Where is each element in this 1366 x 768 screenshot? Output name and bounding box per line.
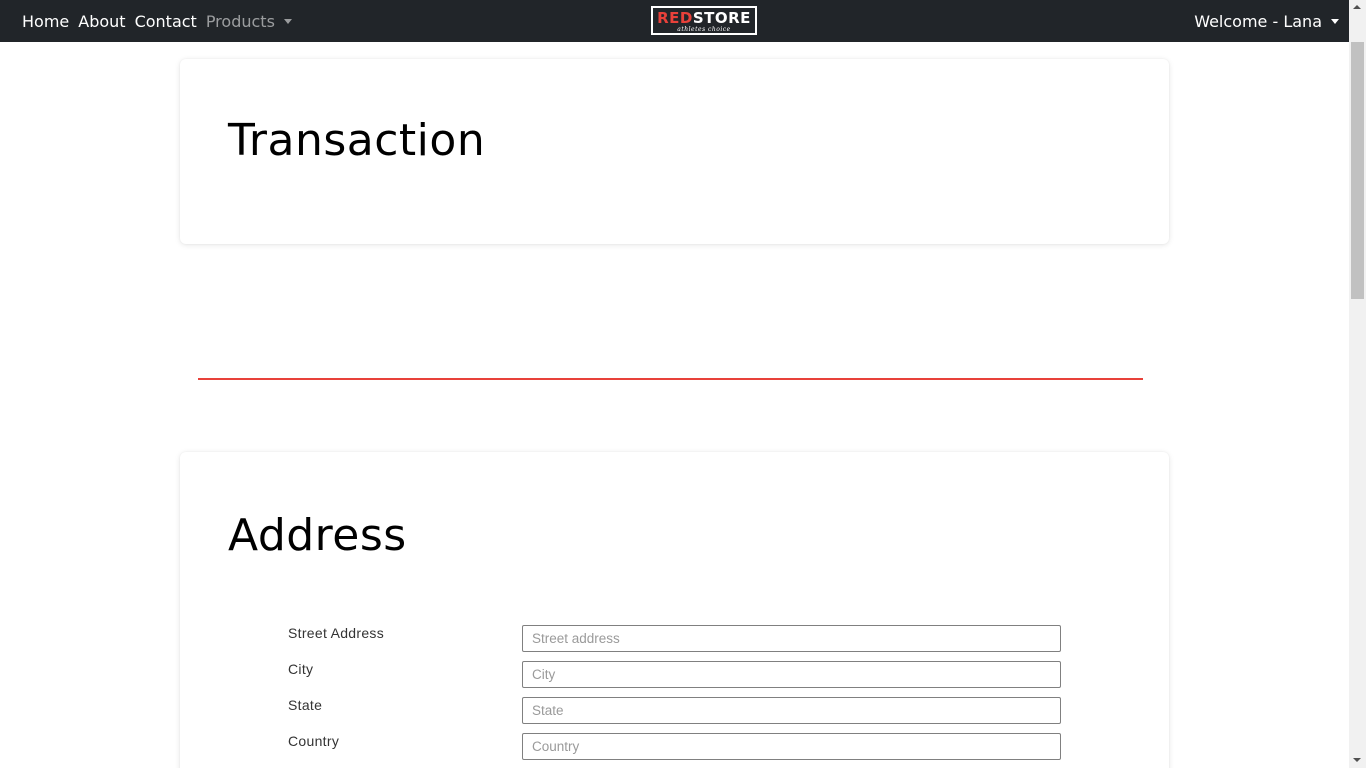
top-navbar: Home About Contact Products REDSTORE ath…: [0, 0, 1349, 42]
brand-red-part: RED: [657, 9, 693, 27]
scroll-up-arrow-icon[interactable]: [1353, 5, 1361, 9]
state-label: State: [288, 697, 323, 713]
nav-link-about[interactable]: About: [78, 12, 125, 31]
transaction-title: Transaction: [228, 115, 486, 166]
address-card: Address Street Address City State Countr…: [180, 452, 1169, 768]
nav-links: Home About Contact Products: [22, 0, 301, 42]
nav-link-home[interactable]: Home: [22, 12, 69, 31]
state-input[interactable]: [522, 697, 1061, 724]
country-row: Country: [288, 733, 1061, 761]
city-input[interactable]: [522, 661, 1061, 688]
chevron-down-icon: [283, 18, 292, 24]
street-address-row: Street Address: [288, 625, 1061, 653]
user-welcome-label: Welcome - Lana: [1194, 11, 1322, 31]
user-menu-dropdown[interactable]: Welcome - Lana: [1194, 0, 1339, 42]
products-dropdown-toggle[interactable]: Products: [206, 12, 292, 31]
country-input[interactable]: [522, 733, 1061, 760]
products-label: Products: [205, 11, 275, 31]
page-scrollbar[interactable]: [1349, 0, 1366, 768]
city-row: City: [288, 661, 1061, 689]
brand-logo[interactable]: REDSTORE athletes choice: [651, 6, 757, 35]
street-address-label: Street Address: [288, 625, 385, 641]
city-label: City: [288, 661, 314, 677]
brand-tagline: athletes choice: [677, 26, 731, 33]
scrollbar-thumb[interactable]: [1351, 42, 1364, 299]
country-label: Country: [288, 733, 340, 749]
chevron-down-icon: [1331, 18, 1339, 24]
brand-wordmark: REDSTORE: [653, 8, 755, 27]
nav-link-contact[interactable]: Contact: [135, 12, 197, 31]
transaction-card: Transaction: [180, 59, 1169, 244]
scroll-down-arrow-icon[interactable]: [1353, 758, 1361, 762]
address-title: Address: [228, 510, 407, 561]
brand-white-part: STORE: [692, 9, 751, 27]
state-row: State: [288, 697, 1061, 725]
section-divider: [198, 378, 1143, 380]
street-address-input[interactable]: [522, 625, 1061, 652]
